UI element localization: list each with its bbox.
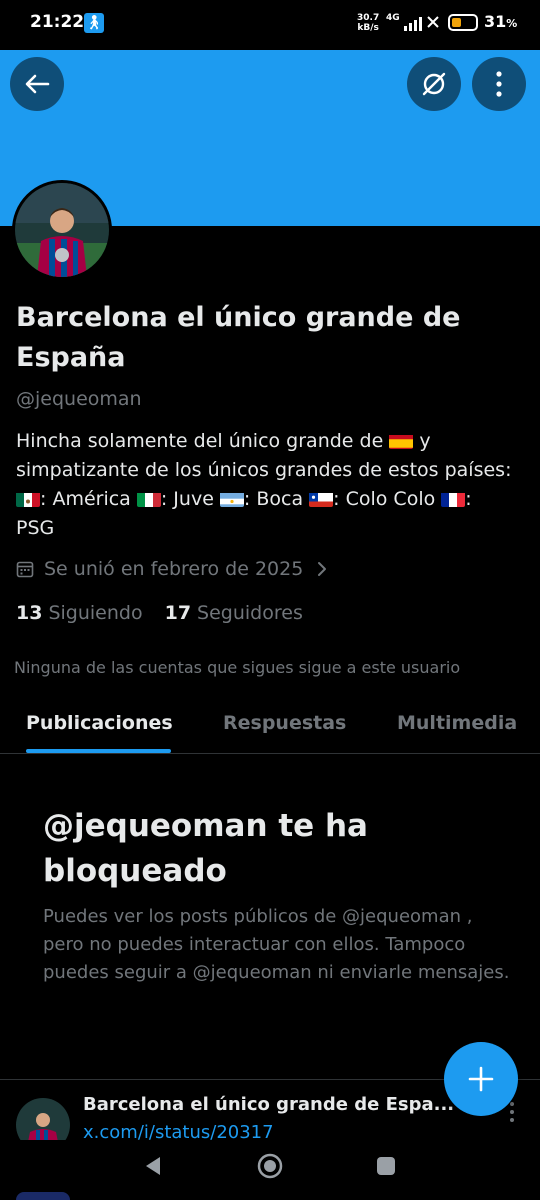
tab-publicaciones[interactable]: Publicaciones <box>26 712 173 734</box>
signal-icon <box>404 16 439 31</box>
system-nav-bar <box>0 1140 540 1200</box>
nav-home-icon[interactable] <box>256 1152 284 1180</box>
profile-bio: Hincha solamente del único grande de y s… <box>16 430 512 539</box>
avatar-image <box>15 183 109 277</box>
followers-link[interactable]: 17 Seguidores <box>165 602 303 624</box>
joined-text: Se unió en febrero de 2025 <box>44 558 304 580</box>
back-button[interactable] <box>10 57 64 111</box>
profile-tabs: Publicaciones Respuestas Multimedia <box>0 700 540 754</box>
network-speed: 30.7 kB/s <box>357 13 380 33</box>
italy-flag-icon <box>136 490 161 507</box>
joined-date[interactable]: Se unió en febrero de 2025 <box>16 558 327 580</box>
mexico-flag-icon <box>16 490 40 507</box>
following-label: Siguiendo <box>48 602 143 624</box>
chevron-right-icon <box>318 562 327 576</box>
followers-label: Seguidores <box>197 602 303 624</box>
following-link[interactable]: 13 Siguiendo <box>16 602 143 624</box>
nav-back-icon[interactable] <box>142 1154 164 1178</box>
grok-icon <box>422 72 446 96</box>
tab-multimedia[interactable]: Multimedia <box>397 712 517 734</box>
tab-respuestas[interactable]: Respuestas <box>223 712 346 734</box>
accessibility-icon: 🚶︎ <box>84 13 104 33</box>
calendar-icon <box>16 561 34 578</box>
active-tab-indicator <box>26 749 171 753</box>
network-type: 4G <box>386 13 400 23</box>
followers-count: 17 <box>164 602 192 624</box>
back-arrow-icon <box>25 74 50 94</box>
grok-button[interactable] <box>407 57 461 111</box>
next-item-peek <box>16 1192 70 1200</box>
chile-flag-icon <box>309 490 334 507</box>
status-time: 21:22 <box>30 12 85 32</box>
spain-flag-icon <box>389 432 414 449</box>
compose-button[interactable] <box>444 1042 518 1116</box>
france-flag-icon <box>441 490 466 507</box>
mutuals-note: Ninguna de las cuentas que sigues sigue … <box>14 658 461 677</box>
blocked-description: Puedes ver los posts públicos de @jequeo… <box>43 906 510 983</box>
share-link[interactable]: x.com/i/status/20317 <box>83 1122 274 1140</box>
more-options-button[interactable] <box>472 57 526 111</box>
profile-name: Barcelona el único grande de España <box>16 302 461 373</box>
battery-percent: 31% <box>484 12 518 31</box>
status-bar: 21:22 🚶︎ 30.7 kB/s 4G 31% <box>0 0 540 50</box>
profile-handle: @jequeoman <box>16 388 142 410</box>
more-vertical-icon <box>496 71 502 97</box>
argentina-flag-icon <box>219 490 244 507</box>
share-title: Barcelona el único grande de Espa... <box>83 1094 455 1115</box>
share-avatar <box>16 1098 70 1140</box>
battery-icon <box>448 14 478 31</box>
plus-icon <box>468 1066 494 1092</box>
following-count: 13 <box>16 602 43 624</box>
nav-recents-icon[interactable] <box>376 1156 396 1176</box>
blocked-title: @jequeoman te ha bloqueado <box>43 808 368 889</box>
follow-stats: 13 Siguiendo 17 Seguidores <box>16 602 325 624</box>
profile-avatar[interactable] <box>12 180 112 280</box>
